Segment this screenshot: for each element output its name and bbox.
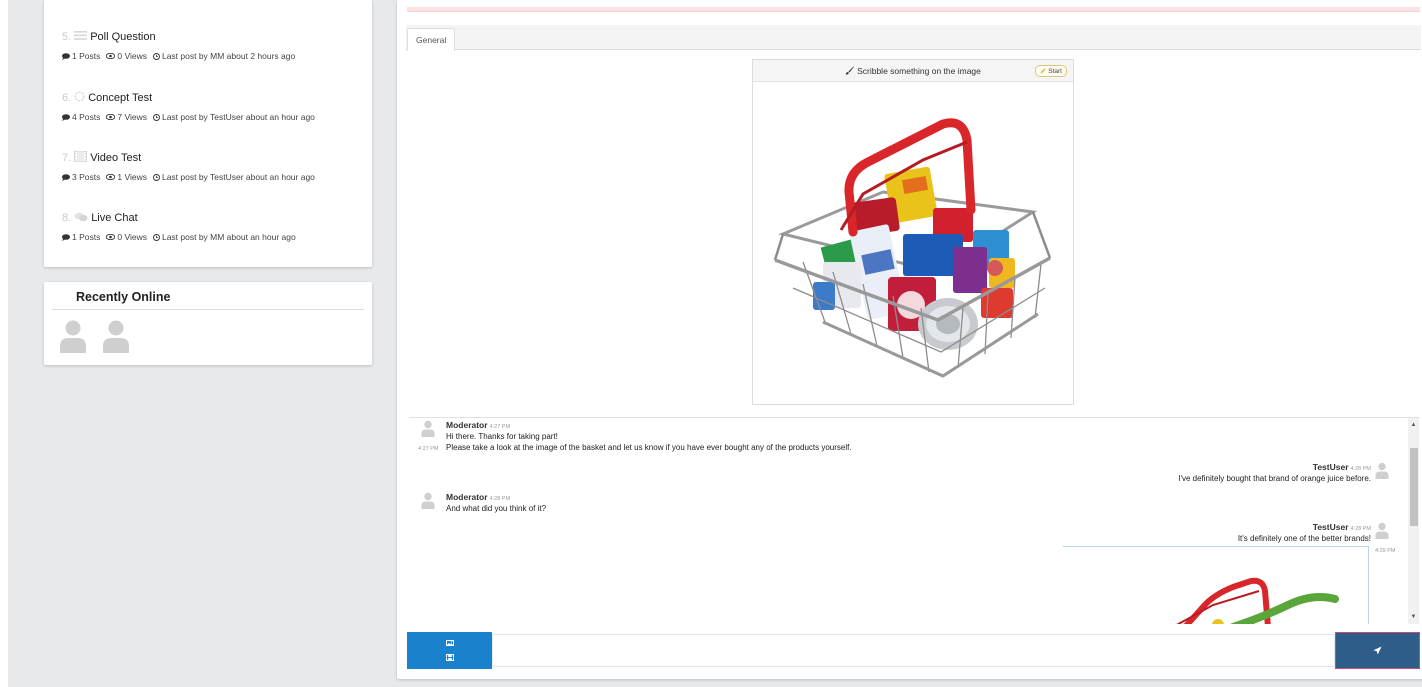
pencil-icon xyxy=(1040,68,1046,74)
topic-item[interactable]: 6. Concept Test 4 Posts 7 Views Last pos… xyxy=(62,91,321,122)
chat-log[interactable]: Moderator 4:27 PM Hi there. Thanks for ta… xyxy=(409,417,1419,624)
scroll-thumb[interactable] xyxy=(1410,448,1418,526)
topic-posts: 1 Posts xyxy=(72,232,101,242)
topic-number: 5. xyxy=(62,31,72,43)
chat-message: Moderator 4:28 PM And what did you think … xyxy=(446,492,546,513)
eye-icon xyxy=(106,114,116,120)
tab-general[interactable]: General xyxy=(407,28,456,51)
brush-icon xyxy=(845,66,854,75)
topic-posts: 4 Posts xyxy=(72,112,101,122)
topic-last-post: Last post by MM about an hour ago xyxy=(161,232,296,242)
video-icon[interactable] xyxy=(445,654,454,661)
topic-item[interactable]: 5. Poll Question 1 Posts 0 Views Last po… xyxy=(62,30,301,61)
topic-views: 7 Views xyxy=(117,112,147,122)
chat-image-attachment[interactable] xyxy=(1063,546,1369,624)
message-time: 4:28 PM xyxy=(1350,526,1371,532)
start-label: Start xyxy=(1048,67,1062,75)
shopping-basket-image[interactable] xyxy=(753,82,1073,404)
message-input[interactable] xyxy=(492,634,1335,667)
chat-composer xyxy=(407,632,1420,669)
scroll-up-arrow-icon[interactable]: ▲ xyxy=(1409,420,1418,429)
topic-number: 8. xyxy=(62,212,72,224)
user-avatar-icon xyxy=(421,492,435,509)
recently-online-title: Recently Online xyxy=(76,290,171,304)
topic-item[interactable]: 8. Live Chat 1 Posts 0 Views Last post b… xyxy=(62,211,302,242)
clock-icon xyxy=(153,173,160,181)
topic-posts: 1 Posts xyxy=(72,51,101,61)
topic-last-post: Last post by MM about 2 hours ago xyxy=(161,51,296,61)
message-time: 4:28 PM xyxy=(489,496,511,502)
eye-icon xyxy=(106,234,116,240)
message-text: I've definitely bought that brand of ora… xyxy=(1178,474,1371,483)
chat-message: Moderator 4:27 PM Hi there. Thanks for ta… xyxy=(446,420,852,452)
list-icon xyxy=(74,31,88,43)
message-time: 4:28 PM xyxy=(1350,466,1371,472)
comment-icon xyxy=(62,233,70,241)
comment-icon xyxy=(62,52,70,60)
topic-title[interactable]: Poll Question xyxy=(90,31,155,43)
topic-number: 7. xyxy=(62,152,72,164)
message-text: It's definitely one of the better brands… xyxy=(1237,534,1371,543)
send-button[interactable] xyxy=(1335,632,1420,669)
spinner-icon xyxy=(74,91,85,105)
chat-icon xyxy=(74,212,88,225)
topic-last-post: Last post by TestUser about an hour ago xyxy=(161,172,315,182)
topics-list-card: 5. Poll Question 1 Posts 0 Views Last po… xyxy=(44,0,372,267)
user-avatar-icon[interactable] xyxy=(59,319,87,353)
scribble-header-text: Scribble something on the image xyxy=(857,65,981,76)
chat-message: TestUser 4:28 PM I've definitely bought t… xyxy=(1178,462,1371,483)
scribbled-basket-thumbnail xyxy=(1176,577,1339,624)
app-background: 5. Poll Question 1 Posts 0 Views Last po… xyxy=(8,0,1422,687)
message-author: Moderator xyxy=(446,492,488,502)
topic-views: 0 Views xyxy=(117,232,147,242)
message-text: Please take a look at the image of the b… xyxy=(446,443,852,452)
comment-icon xyxy=(62,173,70,181)
user-avatar-icon xyxy=(1375,462,1389,479)
eye-icon xyxy=(106,174,116,180)
topic-number: 6. xyxy=(62,92,72,104)
topic-posts: 3 Posts xyxy=(72,172,101,182)
clock-icon xyxy=(153,52,160,60)
message-text: And what did you think of it? xyxy=(446,504,547,513)
clock-icon xyxy=(153,113,160,121)
chat-scrollbar[interactable]: ▲ ▼ xyxy=(1408,418,1419,624)
main-panel: General Scribble something on the image … xyxy=(397,0,1422,679)
start-scribble-button[interactable]: Start xyxy=(1035,65,1067,77)
tab-bar: General xyxy=(406,25,1421,51)
scroll-down-arrow-icon[interactable]: ▼ xyxy=(1409,612,1418,621)
recently-online-card: Recently Online xyxy=(44,282,372,365)
clock-icon xyxy=(153,233,160,241)
alert-banner xyxy=(407,7,1420,12)
user-avatar-icon[interactable] xyxy=(102,319,130,353)
topic-title[interactable]: Video Test xyxy=(90,152,141,164)
message-author: Moderator xyxy=(446,420,488,430)
message-side-time: 4:27 PM xyxy=(418,446,439,452)
user-avatar-icon xyxy=(1375,522,1389,539)
chat-message: TestUser 4:28 PM It's definitely one of t… xyxy=(1238,522,1371,543)
send-icon xyxy=(1373,646,1382,655)
message-side-time: 4:29 PM xyxy=(1375,548,1396,554)
message-time: 4:27 PM xyxy=(489,424,511,430)
message-author: TestUser xyxy=(1312,522,1349,532)
message-author: TestUser xyxy=(1312,462,1349,472)
topic-title[interactable]: Concept Test xyxy=(88,92,152,104)
attach-media-button[interactable] xyxy=(407,632,492,669)
image-icon[interactable] xyxy=(445,640,454,646)
topic-title[interactable]: Live Chat xyxy=(91,212,137,224)
scribble-header: Scribble something on the image Start xyxy=(753,60,1073,82)
film-icon xyxy=(74,151,88,165)
divider xyxy=(52,309,364,310)
comment-icon xyxy=(62,113,70,121)
topic-views: 1 Views xyxy=(117,172,147,182)
topic-views: 0 Views xyxy=(117,51,147,61)
user-avatar-icon xyxy=(421,420,435,437)
message-text: Hi there. Thanks for taking part! xyxy=(446,432,558,441)
topic-last-post: Last post by TestUser about an hour ago xyxy=(161,112,315,122)
scribble-image-panel: Scribble something on the image Start xyxy=(752,59,1074,405)
topic-item[interactable]: 7. Video Test 3 Posts 1 Views Last post … xyxy=(62,151,321,182)
eye-icon xyxy=(106,53,116,59)
